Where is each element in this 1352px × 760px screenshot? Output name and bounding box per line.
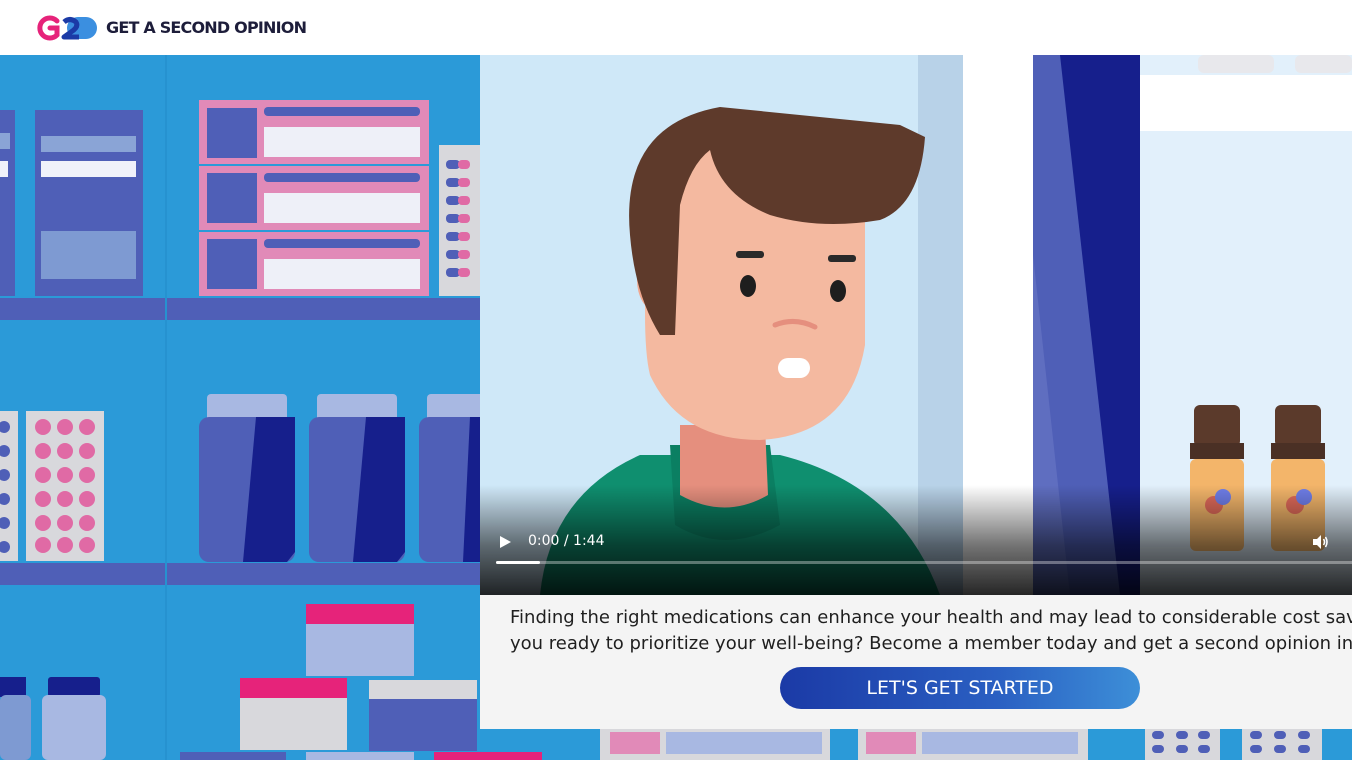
volume-icon[interactable] bbox=[1311, 533, 1329, 551]
brand-name: GET A SECOND OPINION bbox=[106, 18, 307, 37]
video-controls: 0:00 / 1:44 bbox=[480, 485, 1352, 595]
video-progress-fill bbox=[496, 561, 540, 564]
video-time-display: 0:00 / 1:44 bbox=[528, 533, 605, 549]
promo-text: Finding the right medications can enhanc… bbox=[510, 605, 1352, 656]
site-header: GET A SECOND OPINION bbox=[0, 0, 1352, 55]
promo-panel: Finding the right medications can enhanc… bbox=[480, 595, 1352, 729]
play-icon[interactable] bbox=[496, 533, 514, 551]
promo-text-line-1: Finding the right medications can enhanc… bbox=[510, 607, 1352, 628]
video-progress-bar[interactable] bbox=[496, 561, 1352, 564]
get-started-button[interactable]: LET'S GET STARTED bbox=[780, 667, 1140, 709]
promo-text-line-2: you ready to prioritize your well-being?… bbox=[510, 632, 1352, 654]
video-player[interactable]: 0:00 / 1:44 bbox=[480, 55, 1352, 595]
g2-logo-icon bbox=[37, 15, 97, 40]
brand-logo[interactable]: GET A SECOND OPINION bbox=[37, 15, 307, 41]
